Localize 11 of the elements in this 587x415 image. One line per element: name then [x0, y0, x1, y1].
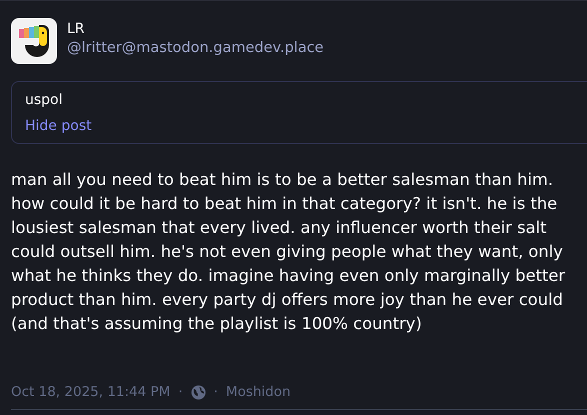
- hide-post-link[interactable]: Hide post: [25, 118, 92, 134]
- elephant-logo-icon: [19, 25, 49, 57]
- separator: ·: [178, 384, 183, 400]
- globe-icon: [190, 384, 206, 400]
- separator: ·: [214, 384, 218, 400]
- user-handle[interactable]: @lritter@mastodon.gamedev.place: [67, 40, 324, 56]
- avatar[interactable]: [11, 18, 57, 64]
- display-name[interactable]: LR: [67, 20, 324, 36]
- application-name: Moshidon: [226, 384, 291, 400]
- content-warning-text: uspol: [25, 92, 64, 108]
- post-text: man all you need to beat him is to be a better salesman than him. how could it be hard to beat him in that category? it isn't. he is the lousiest salesman that every lived. any influencer worth their salt could outsell him. he's not even giving people what they want, only what he thinks they do. imagine having even only marginally better product than him. every party dj offers more joy than he ever could (and that's assuming the playlist is 100% country): [11, 169, 566, 335]
